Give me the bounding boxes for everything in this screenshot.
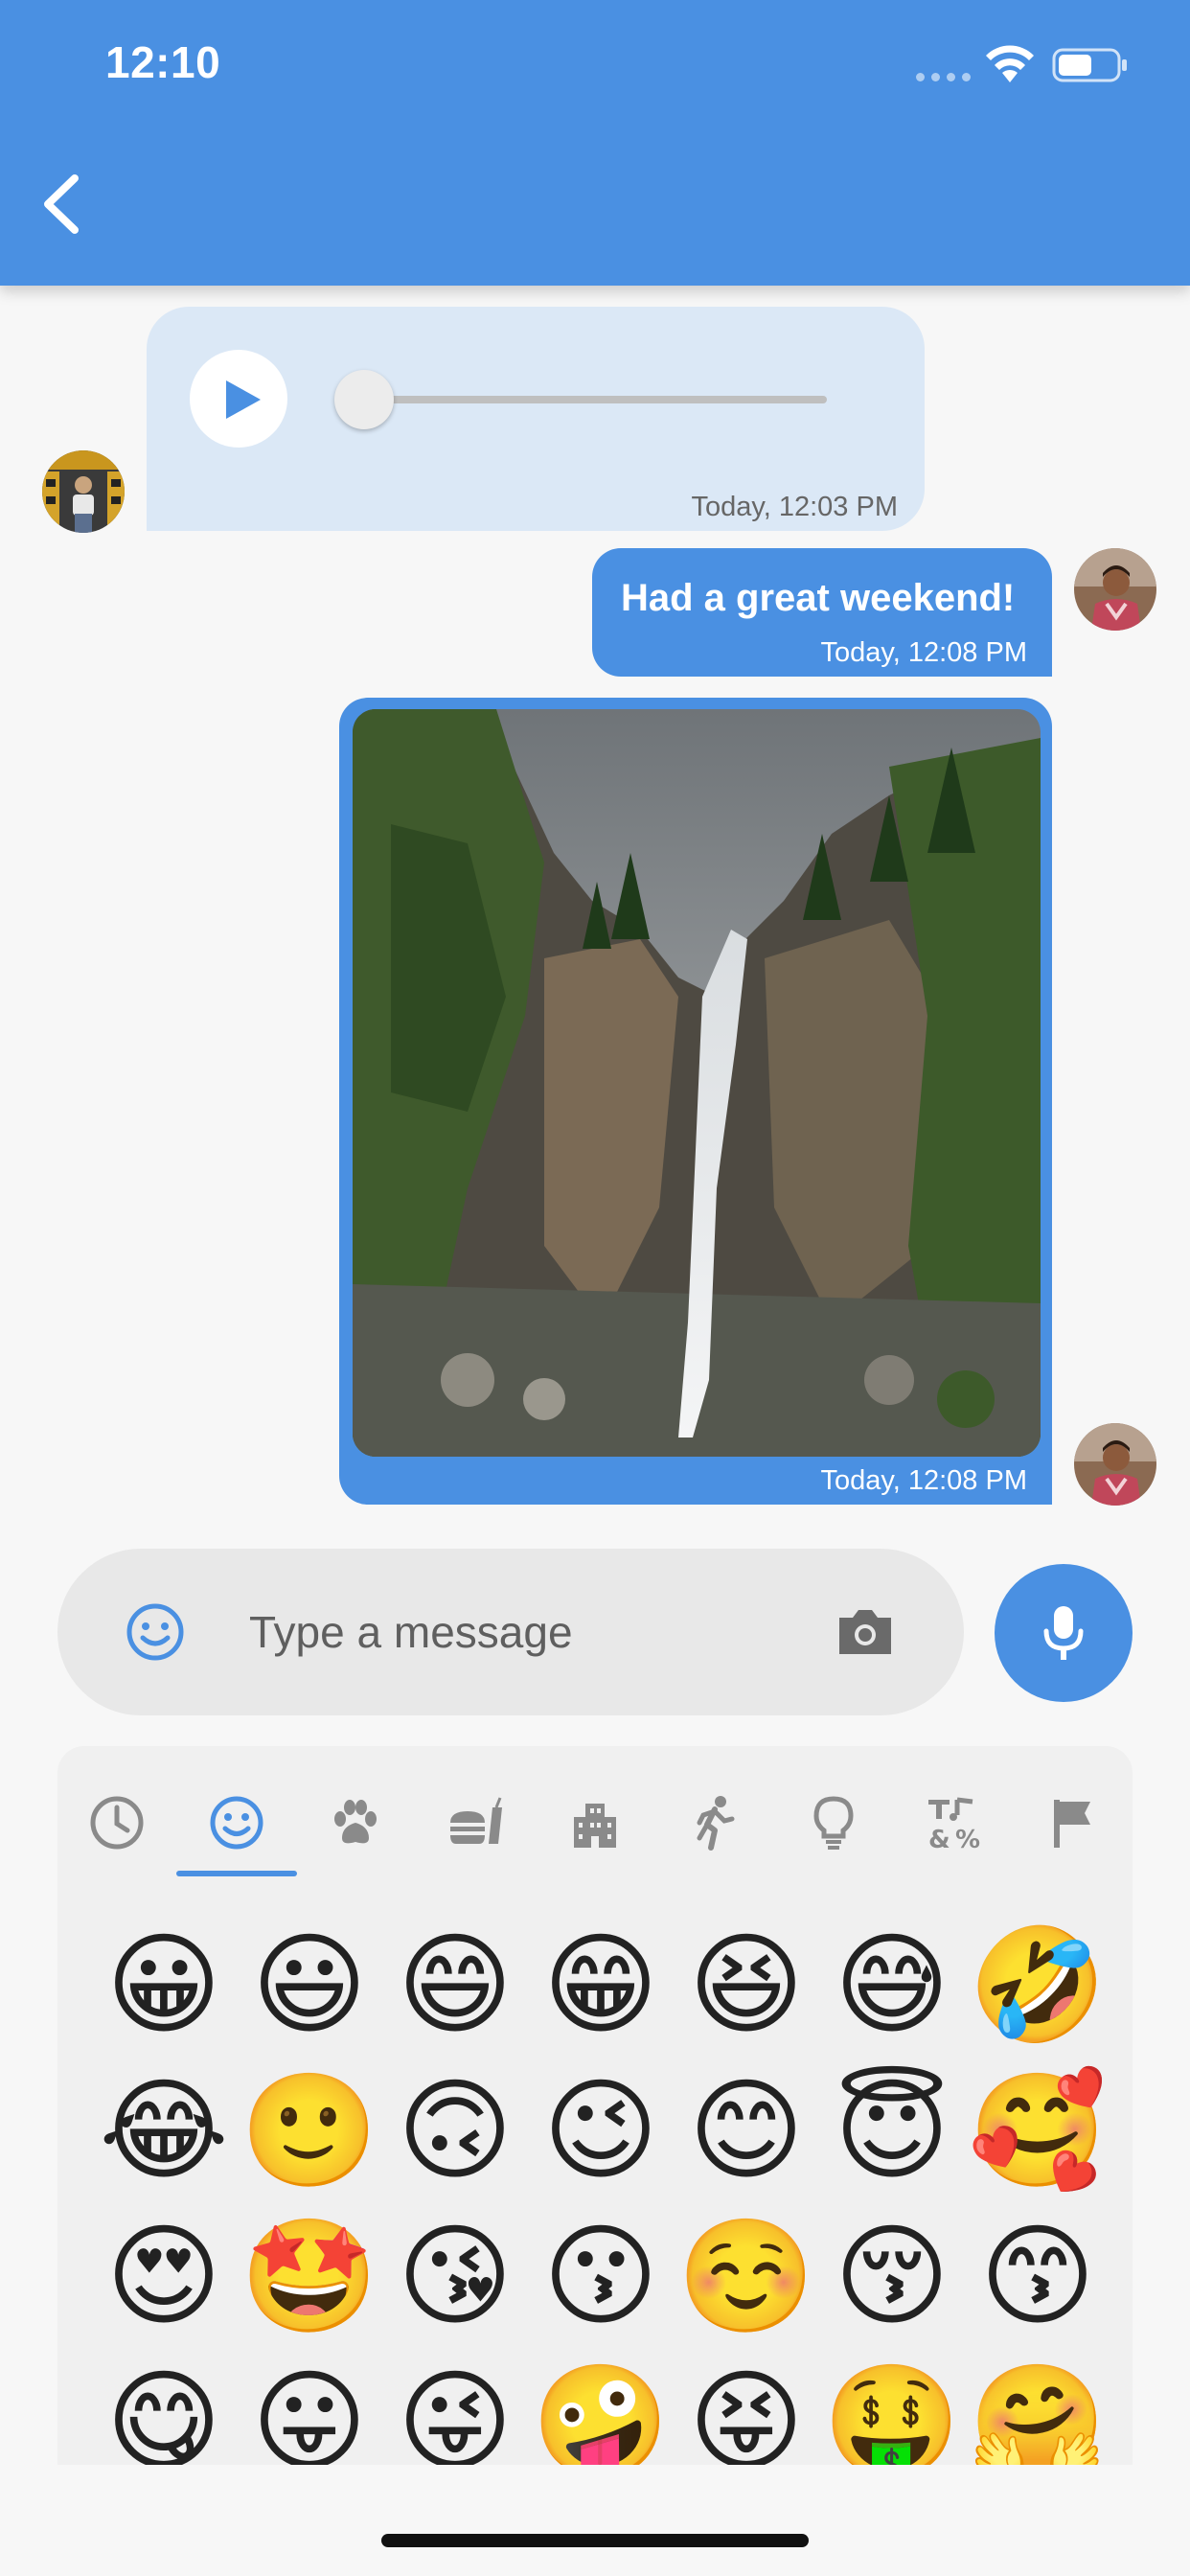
emoji-button[interactable]: 😇 (820, 2059, 964, 2203)
emoji-button[interactable]: 😂 (92, 2059, 236, 2203)
emoji-button[interactable]: 😅 (820, 1914, 964, 2058)
symbols-icon: & % (928, 1797, 980, 1852)
contact-avatar[interactable] (42, 450, 125, 533)
waterfall-photo[interactable] (353, 709, 1041, 1457)
emoji-button[interactable]: 😍 (92, 2205, 236, 2349)
outgoing-image-bubble: Today, 12:08 PM (339, 698, 1052, 1505)
emoji-button[interactable]: 😋 (92, 2351, 236, 2465)
emoji-button[interactable]: 😝 (675, 2351, 818, 2465)
emoji-button[interactable]: 😆 (675, 1914, 818, 2058)
emoji-button[interactable]: 🙂 (238, 2059, 381, 2203)
audio-progress-thumb[interactable] (334, 370, 394, 429)
emoji-button[interactable]: 😗 (529, 2205, 673, 2349)
message-input[interactable] (249, 1591, 824, 1673)
emoji-button[interactable]: 🤗 (966, 2351, 1110, 2465)
emoji-picker: & % 😀 😃 😄 😁 😆 😅 🤣 😂 🙂 🙃 😉 😊 😇 🥰 😍 🤩 😘 😗 ☺️ 😚 😙 😋 😛 😜 🤪 😝 🤑 🤗 (57, 1746, 1133, 2465)
audio-progress-track[interactable] (359, 396, 827, 403)
tab-travel[interactable] (552, 1765, 638, 1890)
building-icon (574, 1804, 616, 1848)
tab-activities[interactable] (672, 1765, 758, 1890)
emoji-button[interactable]: ☺️ (675, 2205, 818, 2349)
clock-icon (90, 1796, 144, 1850)
paw-icon (334, 1800, 377, 1844)
emoji-button[interactable]: 🥰 (966, 2059, 1110, 2203)
selected-tab-indicator (176, 1871, 297, 1876)
emoji-button[interactable]: 😃 (238, 1914, 381, 2058)
back-button[interactable] (36, 171, 94, 238)
signal-icon (916, 73, 971, 81)
emoji-button[interactable]: 😘 (383, 2205, 527, 2349)
lightbulb-icon (813, 1796, 854, 1850)
tab-food[interactable] (432, 1765, 518, 1890)
flag-icon (1054, 1800, 1090, 1848)
user-avatar[interactable] (1074, 548, 1156, 631)
audio-message-bubble: Today, 12:03 PM (147, 307, 925, 531)
mic-button[interactable] (995, 1564, 1133, 1702)
emoji-button[interactable]: 😙 (966, 2205, 1110, 2349)
outgoing-text-bubble: Had a great weekend! Today, 12:08 PM (592, 548, 1052, 677)
emoji-button[interactable]: 😛 (238, 2351, 381, 2465)
message-timestamp: Today, 12:08 PM (820, 1465, 1027, 1496)
wifi-icon (986, 45, 1034, 82)
play-button[interactable] (190, 350, 287, 448)
status-time: 12:10 (105, 37, 221, 87)
emoji-button[interactable]: 🤑 (820, 2351, 964, 2465)
fastfood-icon (450, 1797, 502, 1844)
home-indicator[interactable] (381, 2534, 809, 2547)
emoji-button[interactable]: 😊 (675, 2059, 818, 2203)
message-composer (57, 1549, 964, 1715)
emoji-button[interactable]: 😄 (383, 1914, 527, 2058)
emoji-button[interactable]: 🤪 (529, 2351, 673, 2465)
emoji-button[interactable]: 😚 (820, 2205, 964, 2349)
emoji-button[interactable]: 😜 (383, 2351, 527, 2465)
message-timestamp: Today, 12:08 PM (820, 637, 1027, 668)
app-header: 12:10 (0, 0, 1190, 286)
svg-text:&: & (928, 1826, 950, 1852)
tab-recent[interactable] (74, 1765, 160, 1890)
emoji-button[interactable]: 😀 (92, 1914, 236, 2058)
tab-animals[interactable] (312, 1765, 399, 1890)
svg-text:%: % (955, 1826, 980, 1852)
smiley-icon (210, 1796, 263, 1850)
emoji-button[interactable]: 😁 (529, 1914, 673, 2058)
mic-icon (1043, 1606, 1084, 1660)
emoji-button[interactable]: 😉 (529, 2059, 673, 2203)
tab-symbols[interactable]: & % (910, 1765, 996, 1890)
emoji-toggle-icon[interactable] (125, 1601, 186, 1663)
battery-icon (1052, 48, 1127, 82)
message-timestamp: Today, 12:03 PM (691, 492, 898, 522)
running-icon (697, 1796, 735, 1851)
emoji-button[interactable]: 🤣 (966, 1914, 1110, 2058)
tab-flags[interactable] (1030, 1765, 1116, 1890)
message-text: Had a great weekend! (621, 577, 1016, 619)
play-icon (226, 380, 261, 419)
camera-icon[interactable] (834, 1602, 897, 1660)
emoji-button[interactable]: 🤩 (238, 2205, 381, 2349)
user-avatar[interactable] (1074, 1423, 1156, 1506)
emoji-button[interactable]: 🙃 (383, 2059, 527, 2203)
tab-objects[interactable] (790, 1765, 877, 1890)
